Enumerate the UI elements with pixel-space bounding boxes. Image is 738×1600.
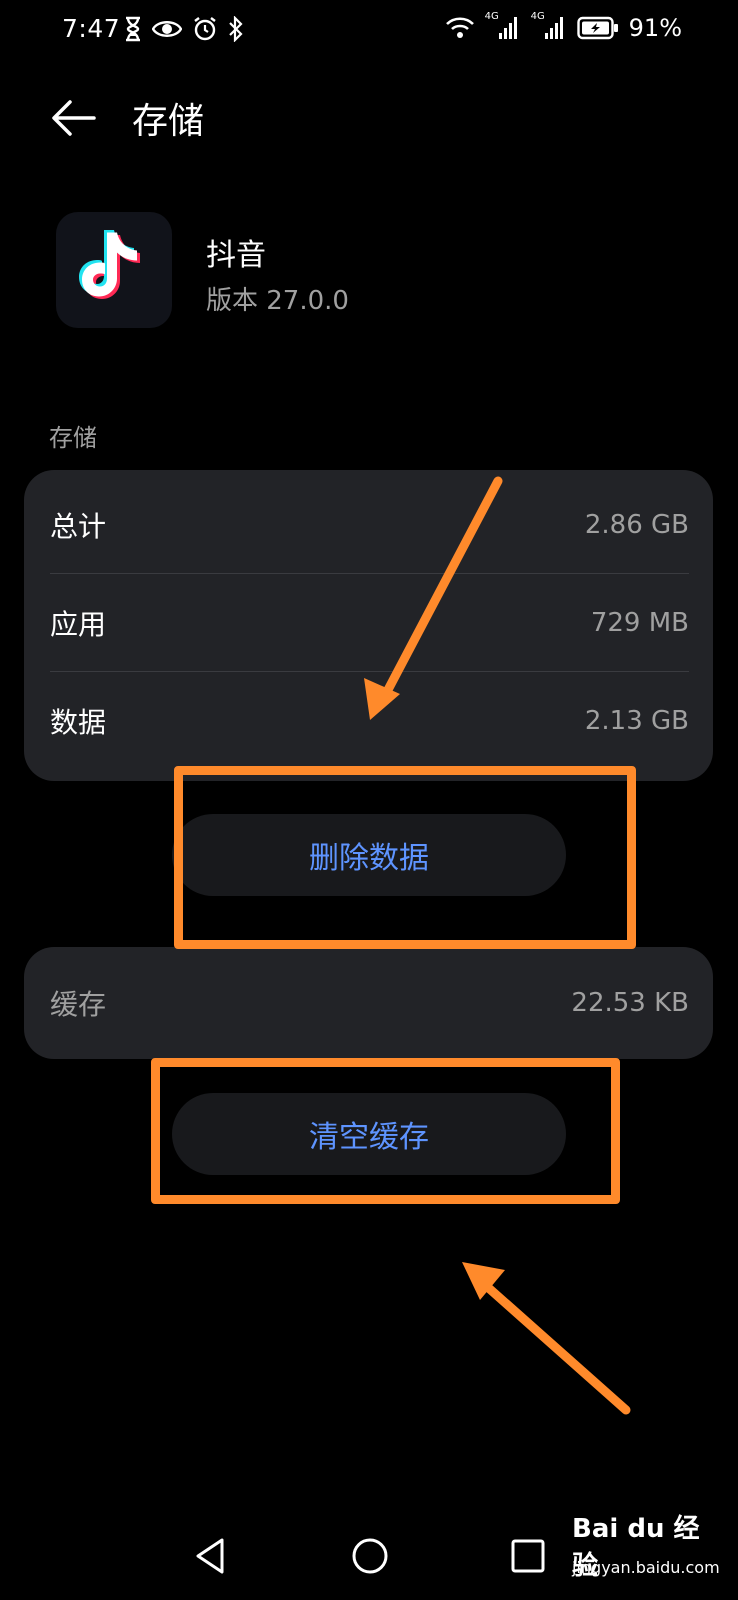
wifi-icon (445, 17, 474, 38)
back-arrow-icon[interactable] (50, 94, 98, 142)
network-badge-2: 4G (530, 11, 545, 22)
bluetooth-icon (229, 16, 243, 42)
app-header: 抖音 版本 27.0.0 (56, 212, 682, 332)
hourglass-icon (126, 16, 140, 42)
page-title: 存储 (132, 101, 205, 142)
storage-row-app: 应用 729 MB (24, 574, 713, 672)
row-label: 应用 (50, 608, 107, 641)
battery-percent: 91% (628, 14, 682, 42)
row-value: 22.53 KB (571, 988, 689, 1018)
eye-icon (152, 21, 182, 37)
app-name: 抖音 (206, 238, 266, 273)
status-right-icons: 4G 4G 91% (445, 11, 682, 42)
annotation-box-clear (151, 1058, 620, 1204)
app-icon (56, 212, 172, 328)
status-bar: 7:47 4G 4G 91% (0, 0, 738, 64)
row-label: 总计 (50, 510, 107, 543)
annotation-box-delete (174, 766, 636, 949)
storage-row-data: 数据 2.13 GB (24, 672, 713, 770)
nav-home-icon[interactable] (350, 1536, 390, 1576)
storage-section-label: 存储 (49, 424, 97, 452)
row-value: 2.86 GB (584, 510, 689, 540)
app-version: 版本 27.0.0 (206, 286, 349, 316)
signal-1: 4G (485, 11, 521, 41)
cache-card: 缓存 22.53 KB (24, 947, 713, 1059)
status-time: 7:47 (62, 14, 121, 43)
signal-2: 4G (531, 11, 567, 41)
arrow-up-icon (462, 1262, 631, 1415)
storage-card: 总计 2.86 GB 应用 729 MB 数据 2.13 GB (24, 470, 713, 781)
cache-row: 缓存 22.53 KB (24, 954, 713, 1052)
row-label: 缓存 (50, 988, 107, 1021)
storage-row-total: 总计 2.86 GB (24, 476, 713, 574)
nav-back-icon[interactable] (192, 1536, 232, 1576)
alarm-icon (194, 17, 216, 41)
nav-recent-apps-icon[interactable] (508, 1536, 548, 1576)
tiktok-logo-icon (79, 230, 140, 299)
row-label: 数据 (50, 706, 107, 739)
watermark-url: jingyan.baidu.com (572, 1558, 720, 1577)
battery-charging-icon (576, 16, 618, 40)
row-value: 2.13 GB (584, 706, 689, 736)
status-left-icons (124, 16, 244, 42)
network-badge-1: 4G (484, 11, 499, 22)
row-value: 729 MB (590, 608, 689, 638)
app-bar: 存储 (0, 80, 738, 160)
watermark: Bai du 经验 jingyan.baidu.com (572, 1500, 722, 1586)
